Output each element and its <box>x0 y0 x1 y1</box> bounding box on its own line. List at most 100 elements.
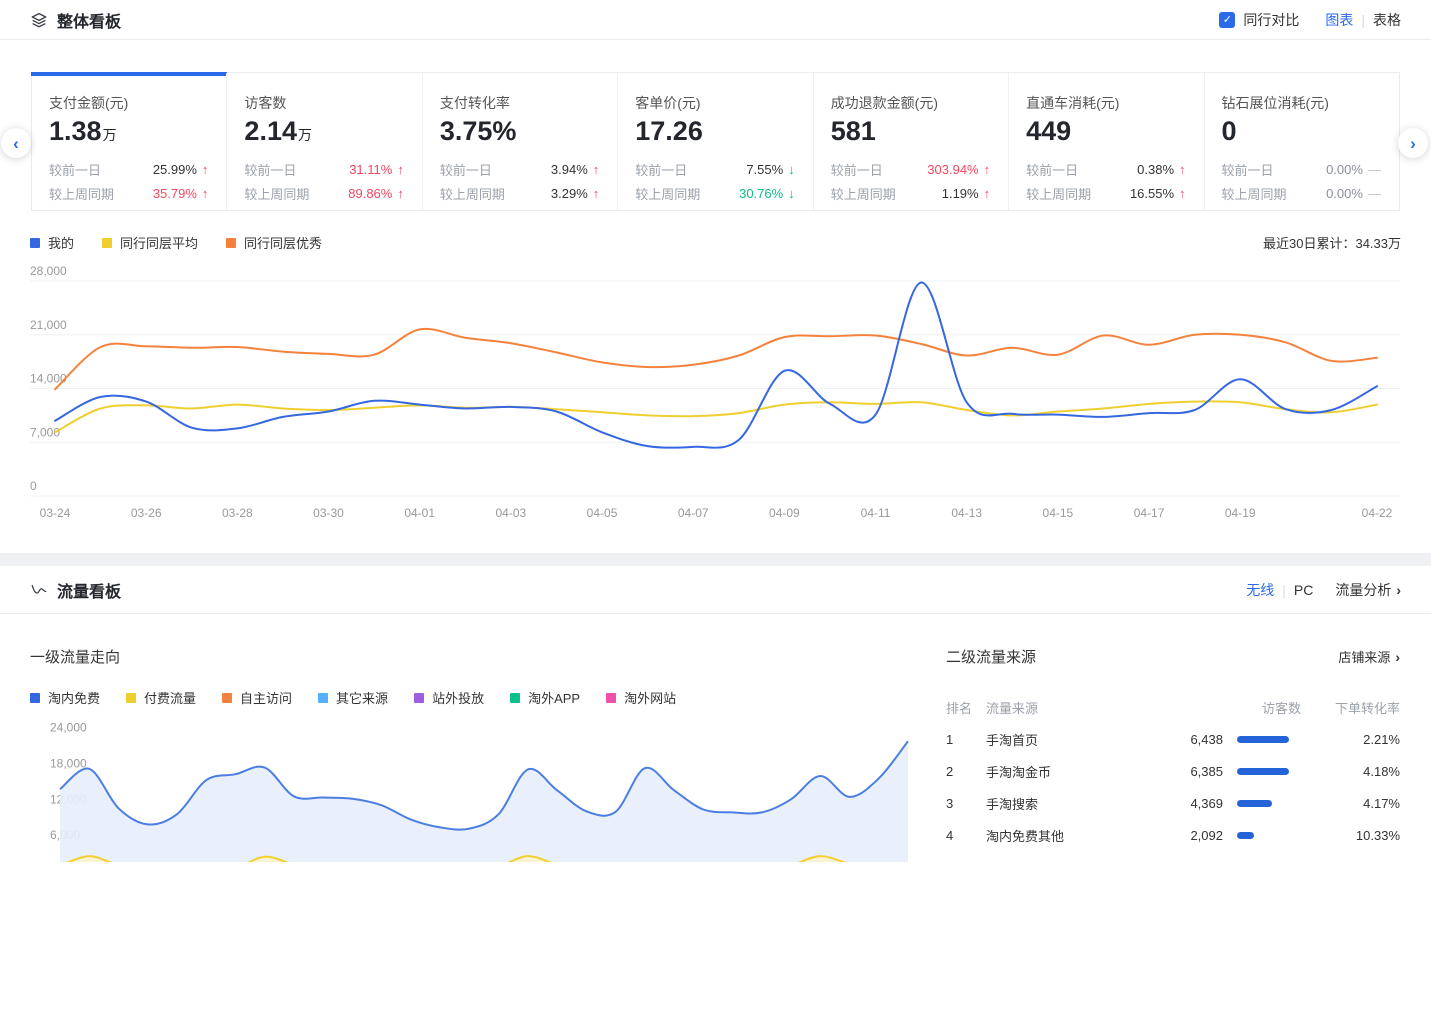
legend-item[interactable]: 其它来源 <box>318 688 388 707</box>
view-table-toggle[interactable]: 表格 <box>1373 10 1401 30</box>
svg-text:03-28: 03-28 <box>222 506 253 520</box>
kpi-card[interactable]: 客单价(元)17.26较前一日7.55%↓较上周同期30.76%↓ <box>617 73 812 210</box>
compare-label: 较前一日 <box>440 160 492 179</box>
compare-value-text: 31.11% <box>349 162 392 177</box>
compare-value-text: 0.00% <box>1326 186 1363 201</box>
kpi-card-value: 2.14万 <box>244 116 403 147</box>
row-rank: 2 <box>946 764 986 779</box>
kpi-card-value: 581 <box>831 116 990 147</box>
kpi-card[interactable]: 访客数2.14万较前一日31.11%↑较上周同期89.86%↑ <box>226 73 421 210</box>
svg-text:24,000: 24,000 <box>50 721 87 735</box>
compare-value-text: 35.79% <box>153 186 197 201</box>
table-row: 1手淘首页6,4382.21% <box>946 723 1400 755</box>
legend-item[interactable]: 淘外APP <box>510 688 580 707</box>
legend-item[interactable]: 同行同层优秀 <box>226 233 322 252</box>
legend-item[interactable]: 我的 <box>30 233 74 252</box>
legend-swatch <box>222 693 232 703</box>
table-row: 3手淘搜索4,3694.17% <box>946 787 1400 819</box>
kpi-card[interactable]: 支付金额(元)1.38万较前一日25.99%↑较上周同期35.79%↑ <box>32 73 226 210</box>
arrow-up-icon: ↑ <box>593 162 600 177</box>
legend-label: 同行同层优秀 <box>244 233 322 252</box>
compare-label: 较上周同期 <box>49 184 114 203</box>
layers-icon <box>30 11 48 29</box>
traffic-title: 流量看板 <box>57 578 121 602</box>
cards-prev-button[interactable]: ‹ <box>1 128 31 158</box>
traffic-chart-canvas[interactable]: 6,00012,00018,00024,000 <box>30 715 935 862</box>
kpi-card[interactable]: 直通车消耗(元)449较前一日0.38%↑较上周同期16.55%↑ <box>1008 73 1203 210</box>
kpi-compare-row: 较上周同期89.86%↑ <box>244 184 403 203</box>
kpi-cards-wrap: ‹ 支付金额(元)1.38万较前一日25.99%↑较上周同期35.79%↑访客数… <box>31 72 1400 211</box>
kpi-card[interactable]: 成功退款金额(元)581较前一日303.94%↑较上周同期1.19%↑ <box>813 73 1008 210</box>
kpi-compare-row: 较上周同期3.29%↑ <box>440 184 599 203</box>
tab-pc[interactable]: PC <box>1294 582 1313 598</box>
legend-swatch <box>30 238 40 248</box>
kpi-compare-row: 较前一日25.99%↑ <box>49 160 208 179</box>
peer-compare-label[interactable]: 同行对比 <box>1243 10 1299 30</box>
peer-compare-checkbox[interactable]: ✓ <box>1219 12 1235 28</box>
traffic-analysis-link[interactable]: 流量分析 › <box>1335 580 1401 600</box>
arrow-up-icon: ↑ <box>397 162 404 177</box>
kpi-compare-row: 较前一日 303.94%↑ <box>831 160 990 179</box>
compare-value: 35.79%↑ <box>153 186 209 201</box>
svg-text:03-30: 03-30 <box>313 506 344 520</box>
legend-swatch <box>510 693 520 703</box>
overview-chart-canvas[interactable]: 07,00014,00021,00028,00003-2403-2603-280… <box>0 264 1431 534</box>
compare-value: 16.55%↑ <box>1130 186 1186 201</box>
row-bar-cell <box>1223 736 1321 743</box>
compare-value-text: 0.38% <box>1137 162 1174 177</box>
row-bar-cell <box>1223 832 1321 839</box>
svg-text:0: 0 <box>30 479 37 493</box>
svg-text:04-17: 04-17 <box>1134 506 1165 520</box>
legend-swatch <box>606 693 616 703</box>
line-chart-icon <box>30 581 48 599</box>
row-conversion: 4.17% <box>1321 796 1400 811</box>
row-rank: 1 <box>946 732 986 747</box>
legend-item[interactable]: 淘内免费 <box>30 688 100 707</box>
tab-divider: | <box>1282 582 1286 598</box>
svg-text:04-15: 04-15 <box>1043 506 1074 520</box>
compare-label: 较前一日 <box>831 160 883 179</box>
kpi-card-unit: 万 <box>298 127 312 143</box>
kpi-card[interactable]: 钻石展位消耗(元)0较前一日0.00%—较上周同期0.00%— <box>1204 73 1399 210</box>
total-30d-label: 最近30日累计：34.33万 <box>1263 233 1401 252</box>
arrow-up-icon: ↑ <box>984 162 991 177</box>
kpi-compare-row: 较前一日31.11%↑ <box>244 160 403 179</box>
legend-swatch <box>414 693 424 703</box>
compare-value-text: 89.86% <box>348 186 392 201</box>
compare-value: 31.11% ↑ <box>349 162 404 177</box>
legend-label: 付费流量 <box>144 688 196 707</box>
legend-swatch <box>226 238 236 248</box>
overview-panel: 整体看板 ✓ 同行对比 图表 | 表格 ‹ 支付金额(元)1.38万较前一日25… <box>0 0 1431 553</box>
compare-value: 303.94%↑ <box>927 162 990 177</box>
kpi-compare-row: 较上周同期16.55%↑ <box>1026 184 1185 203</box>
view-chart-toggle[interactable]: 图表 <box>1325 10 1353 30</box>
row-source[interactable]: 手淘淘金币 <box>986 762 1161 781</box>
overview-controls: ✓ 同行对比 图表 | 表格 <box>1219 10 1401 30</box>
kpi-card-value: 0 <box>1222 116 1381 147</box>
legend-item[interactable]: 淘外网站 <box>606 688 676 707</box>
row-source[interactable]: 手淘首页 <box>986 730 1161 749</box>
cards-next-button[interactable]: › <box>1398 128 1428 158</box>
view-toggle-divider: | <box>1361 12 1365 28</box>
compare-label: 较前一日 <box>635 160 687 179</box>
legend-label: 同行同层平均 <box>120 233 198 252</box>
kpi-card-label: 成功退款金额(元) <box>831 93 990 113</box>
chevron-right-icon: › <box>1395 649 1400 665</box>
legend-item[interactable]: 付费流量 <box>126 688 196 707</box>
kpi-card[interactable]: 支付转化率3.75%较前一日3.94%↑较上周同期3.29%↑ <box>422 73 617 210</box>
kpi-card-label: 访客数 <box>244 93 403 113</box>
kpi-compare-row: 较前一日0.38%↑ <box>1026 160 1185 179</box>
row-source[interactable]: 淘内免费其他 <box>986 826 1161 845</box>
legend-item[interactable]: 站外投放 <box>414 688 484 707</box>
compare-value: 3.29%↑ <box>551 186 599 201</box>
kpi-compare-row: 较上周同期 35.79%↑ <box>49 184 208 203</box>
tab-wireless[interactable]: 无线 <box>1246 580 1274 600</box>
row-source[interactable]: 手淘搜索 <box>986 794 1161 813</box>
legend-item[interactable]: 同行同层平均 <box>102 233 198 252</box>
compare-value: 0.38%↑ <box>1137 162 1185 177</box>
legend-item[interactable]: 自主访问 <box>222 688 292 707</box>
svg-text:04-01: 04-01 <box>404 506 435 520</box>
shop-source-link[interactable]: 店铺来源 › <box>1338 647 1400 666</box>
svg-text:04-11: 04-11 <box>861 506 891 520</box>
compare-value-text: 25.99% <box>153 162 197 177</box>
